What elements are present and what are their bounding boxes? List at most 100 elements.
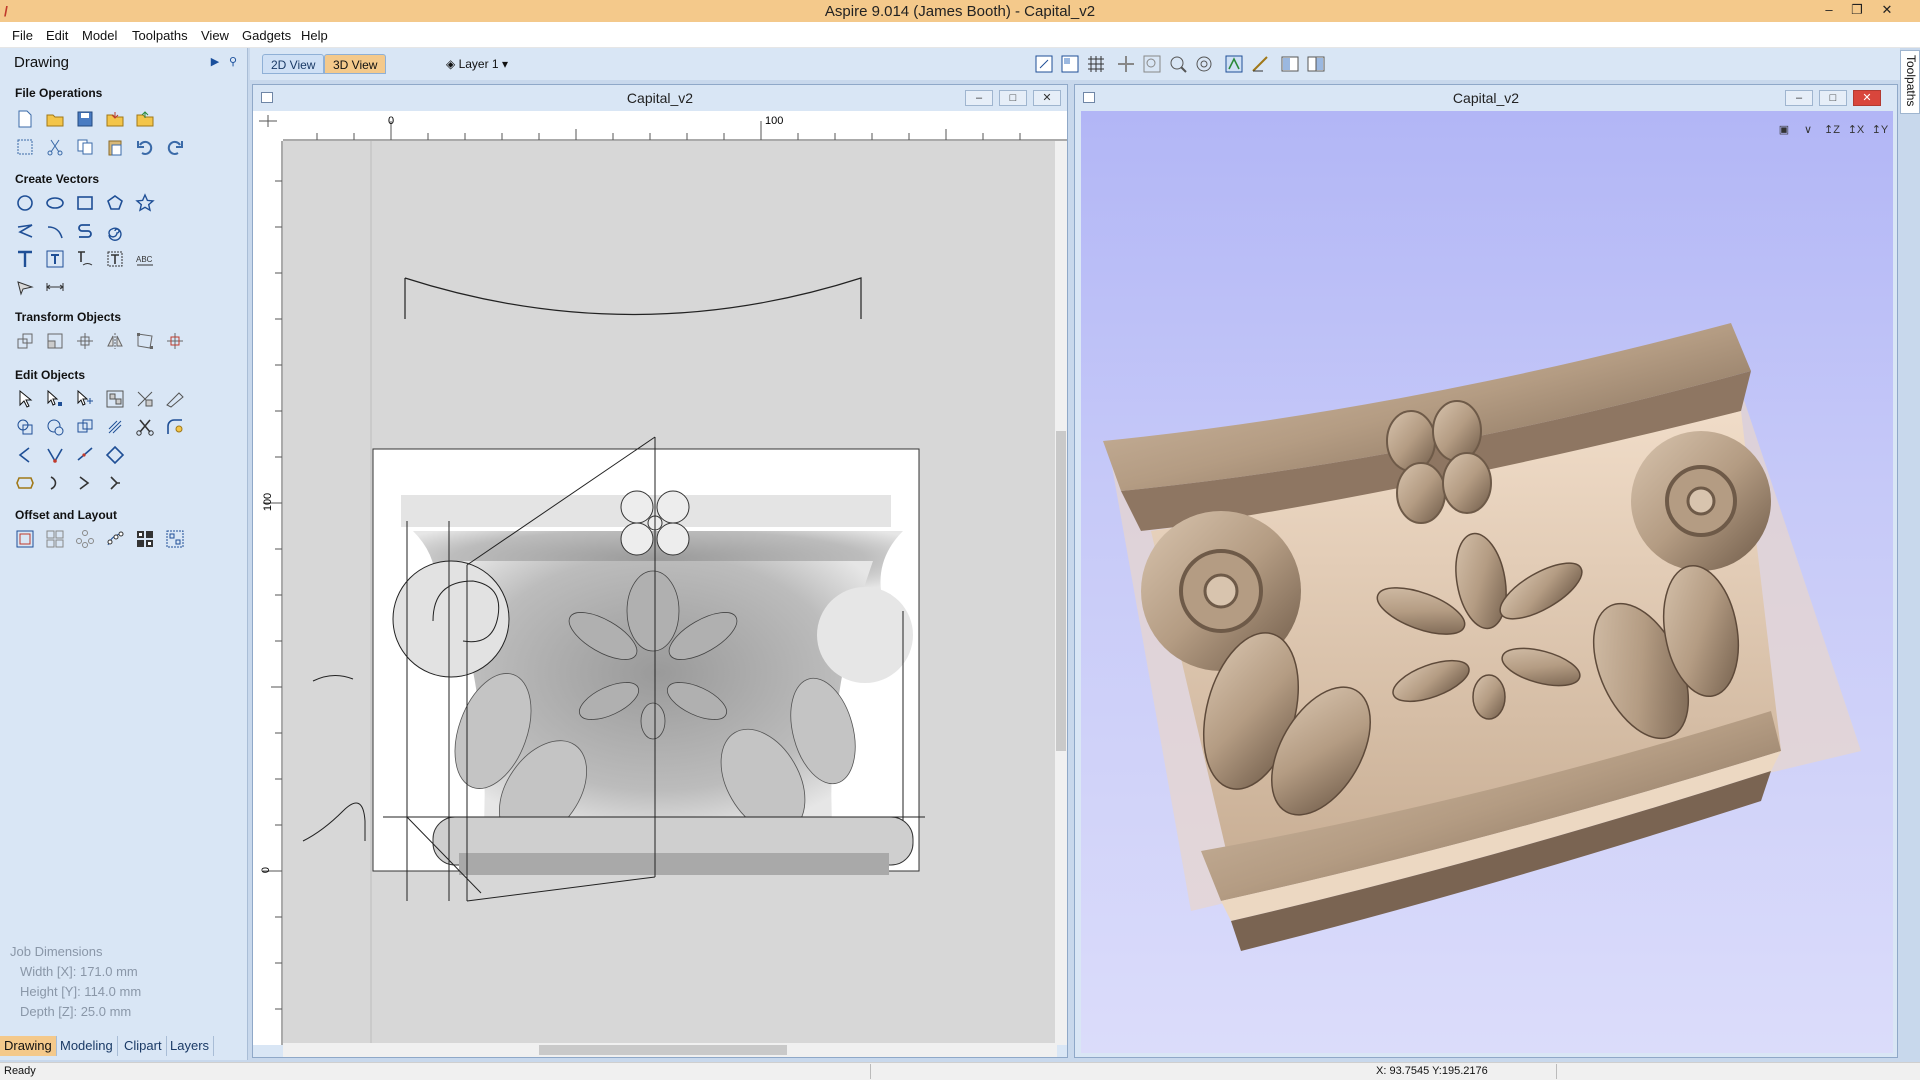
pan-icon[interactable] (1114, 52, 1138, 76)
menu-file[interactable]: File (12, 28, 33, 43)
toolpaths-tab[interactable]: Toolpaths (1900, 50, 1920, 114)
ellipse-icon[interactable] (44, 192, 66, 214)
paste-icon[interactable] (104, 136, 126, 158)
tab-clipart[interactable]: Clipart (120, 1036, 167, 1056)
move-icon[interactable] (14, 330, 36, 352)
copy-along-vector-icon[interactable] (104, 528, 126, 550)
measure-icon[interactable] (1248, 52, 1272, 76)
vertical-scroll-thumb[interactable] (1056, 431, 1066, 751)
subtract-icon[interactable] (44, 416, 66, 438)
union-icon[interactable] (14, 416, 36, 438)
view-split-icon[interactable] (1058, 52, 1082, 76)
tab-drawing[interactable]: Drawing (0, 1036, 57, 1056)
doc-maximize-button[interactable]: □ (999, 90, 1027, 106)
tab-layers[interactable]: Layers (166, 1036, 215, 1056)
menu-view[interactable]: View (201, 28, 229, 43)
array-copy-icon[interactable] (44, 528, 66, 550)
offset-vector-icon[interactable] (104, 444, 126, 466)
zoom-in-icon[interactable] (1166, 52, 1190, 76)
close-icon[interactable]: ✕ (1876, 1, 1898, 19)
menu-edit[interactable]: Edit (46, 28, 68, 43)
3d-viewport[interactable]: ▣ ∨ ↥Z ↥X ↥Y (1081, 111, 1893, 1053)
node-curve-icon[interactable] (74, 472, 96, 494)
weld-icon[interactable] (164, 388, 186, 410)
circle-icon[interactable] (14, 192, 36, 214)
menu-model[interactable]: Model (82, 28, 117, 43)
text-on-curve-icon[interactable] (74, 248, 96, 270)
redo-icon[interactable] (164, 136, 186, 158)
pin-icon[interactable]: ⚲ (226, 55, 240, 69)
undo-icon[interactable] (134, 136, 156, 158)
close-vector-icon[interactable] (14, 444, 36, 466)
tab-modeling[interactable]: Modeling (56, 1036, 118, 1056)
text-icon[interactable] (14, 248, 36, 270)
menu-gadgets[interactable]: Gadgets (242, 28, 291, 43)
extend-icon[interactable] (74, 444, 96, 466)
smooth-icon[interactable] (14, 472, 36, 494)
menu-help[interactable]: Help (301, 28, 328, 43)
tab-2d-view[interactable]: 2D View (262, 54, 325, 74)
ungroup-icon[interactable] (134, 388, 156, 410)
dimension-icon[interactable] (44, 276, 66, 298)
select-icon[interactable] (14, 388, 36, 410)
view-x-icon[interactable]: ↥X (1845, 119, 1867, 141)
spiral-icon[interactable] (104, 220, 126, 242)
align-icon[interactable] (164, 330, 186, 352)
tab-3d-view[interactable]: 3D View (324, 54, 387, 74)
iso-view-icon[interactable]: ∨ (1797, 119, 1819, 141)
node-corner-icon[interactable] (104, 472, 126, 494)
text-arc-icon[interactable]: ABC (134, 248, 156, 270)
node-edit-icon[interactable] (44, 388, 66, 410)
snap-icon[interactable] (1222, 52, 1246, 76)
intersect-icon[interactable] (74, 416, 96, 438)
view-z-icon[interactable]: ↥Z (1821, 119, 1843, 141)
grid-icon[interactable] (1084, 52, 1108, 76)
circular-copy-icon[interactable] (74, 528, 96, 550)
dock-icon[interactable]: ▶ (208, 55, 222, 69)
import-icon[interactable] (104, 108, 126, 130)
copy-icon[interactable] (74, 136, 96, 158)
rectangle-icon[interactable] (74, 192, 96, 214)
view-2d-icon[interactable] (1032, 52, 1056, 76)
doc-close-button[interactable]: ✕ (1033, 90, 1061, 106)
doc-minimize-button[interactable]: – (1785, 90, 1813, 106)
distort-icon[interactable] (134, 330, 156, 352)
minimize-icon[interactable]: – (1818, 1, 1840, 19)
job-setup-icon[interactable] (14, 136, 36, 158)
doc-close-button[interactable]: ✕ (1853, 90, 1881, 106)
view-y-icon[interactable]: ↥Y (1869, 119, 1891, 141)
drawing-canvas[interactable] (283, 141, 1057, 1045)
trim-icon[interactable] (104, 416, 126, 438)
auto-layout-text-icon[interactable] (44, 248, 66, 270)
curve-fit-icon[interactable] (44, 472, 66, 494)
scale-icon[interactable] (44, 330, 66, 352)
layout-left-icon[interactable] (1278, 52, 1302, 76)
save-icon[interactable] (74, 108, 96, 130)
layout-right-icon[interactable] (1304, 52, 1328, 76)
horizontal-scroll-thumb[interactable] (539, 1045, 787, 1055)
join-vector-icon[interactable] (44, 444, 66, 466)
menu-toolpaths[interactable]: Toolpaths (132, 28, 188, 43)
fillet-icon[interactable] (164, 416, 186, 438)
scissors-icon[interactable] (134, 416, 156, 438)
text-scale-icon[interactable] (104, 248, 126, 270)
doc-minimize-button[interactable]: – (965, 90, 993, 106)
rotate-icon[interactable] (74, 330, 96, 352)
zoom-box-icon[interactable] (1140, 52, 1164, 76)
zoom-to-fit-icon[interactable]: ▣ (1773, 119, 1795, 141)
horizontal-scrollbar[interactable] (283, 1043, 1057, 1057)
doc-maximize-button[interactable]: □ (1819, 90, 1847, 106)
draw-tool-icon[interactable] (14, 276, 36, 298)
mirror-icon[interactable] (104, 330, 126, 352)
open-file-icon[interactable] (44, 108, 66, 130)
auto-layout-icon[interactable] (164, 528, 186, 550)
group-icon[interactable] (104, 388, 126, 410)
cut-icon[interactable] (44, 136, 66, 158)
nesting-icon[interactable] (134, 528, 156, 550)
restore-icon[interactable]: ❐ (1846, 1, 1868, 19)
star-icon[interactable] (134, 192, 156, 214)
offset-icon[interactable] (14, 528, 36, 550)
polygon-icon[interactable] (104, 192, 126, 214)
export-icon[interactable] (134, 108, 156, 130)
zoom-fit-icon[interactable] (1192, 52, 1216, 76)
